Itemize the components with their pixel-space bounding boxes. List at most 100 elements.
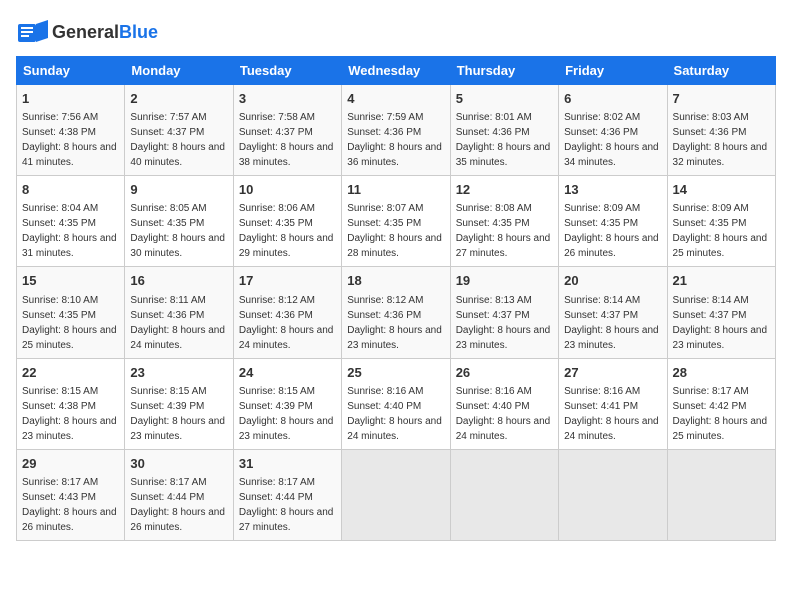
day-info: Sunrise: 8:06 AMSunset: 4:35 PMDaylight:… — [239, 203, 334, 259]
calendar-cell: 20 Sunrise: 8:14 AMSunset: 4:37 PMDayligh… — [559, 267, 667, 358]
day-number: 31 — [239, 455, 336, 473]
calendar-cell: 11Sunrise: 8:07 AMSunset: 4:35 PMDayligh… — [342, 176, 450, 267]
day-info: Sunrise: 8:09 AMSunset: 4:35 PMDaylight:… — [564, 203, 659, 259]
day-number: 17 — [239, 272, 336, 290]
calendar-cell — [450, 449, 558, 540]
calendar-cell: 22 Sunrise: 8:15 AMSunset: 4:38 PMDayligh… — [17, 358, 125, 449]
day-info: Sunrise: 8:16 AMSunset: 4:40 PMDaylight:… — [456, 386, 551, 442]
day-info: Sunrise: 8:05 AMSunset: 4:35 PMDaylight:… — [130, 203, 225, 259]
logo-general-text: General — [52, 22, 119, 42]
day-number: 16 — [130, 272, 227, 290]
day-of-week-header: Monday — [125, 57, 233, 85]
day-number: 11 — [347, 181, 444, 199]
day-of-week-header: Saturday — [667, 57, 775, 85]
day-info: Sunrise: 8:15 AMSunset: 4:38 PMDaylight:… — [22, 386, 117, 442]
logo-blue-text: Blue — [119, 22, 158, 42]
day-number: 19 — [456, 272, 553, 290]
day-number: 4 — [347, 90, 444, 108]
day-info: Sunrise: 7:58 AMSunset: 4:37 PMDaylight:… — [239, 112, 334, 168]
calendar-cell: 13Sunrise: 8:09 AMSunset: 4:35 PMDayligh… — [559, 176, 667, 267]
day-number: 20 — [564, 272, 661, 290]
day-number: 14 — [673, 181, 770, 199]
calendar-cell — [667, 449, 775, 540]
day-info: Sunrise: 8:08 AMSunset: 4:35 PMDaylight:… — [456, 203, 551, 259]
calendar-cell: 19 Sunrise: 8:13 AMSunset: 4:37 PMDayligh… — [450, 267, 558, 358]
day-number: 15 — [22, 272, 119, 290]
calendar-cell: 17 Sunrise: 8:12 AMSunset: 4:36 PMDayligh… — [233, 267, 341, 358]
day-info: Sunrise: 7:57 AMSunset: 4:37 PMDaylight:… — [130, 112, 225, 168]
day-number: 3 — [239, 90, 336, 108]
calendar-cell: 29 Sunrise: 8:17 AMSunset: 4:43 PMDayligh… — [17, 449, 125, 540]
day-info: Sunrise: 8:04 AMSunset: 4:35 PMDaylight:… — [22, 203, 117, 259]
calendar-cell: 21Sunrise: 8:14 AMSunset: 4:37 PMDayligh… — [667, 267, 775, 358]
day-info: Sunrise: 7:59 AMSunset: 4:36 PMDaylight:… — [347, 112, 442, 168]
calendar-cell: 14Sunrise: 8:09 AMSunset: 4:35 PMDayligh… — [667, 176, 775, 267]
calendar-cell: 27Sunrise: 8:16 AMSunset: 4:41 PMDayligh… — [559, 358, 667, 449]
day-info: Sunrise: 8:01 AMSunset: 4:36 PMDaylight:… — [456, 112, 551, 168]
day-info: Sunrise: 8:16 AMSunset: 4:40 PMDaylight:… — [347, 386, 442, 442]
calendar-cell: 5 Sunrise: 8:01 AMSunset: 4:36 PMDaylight… — [450, 85, 558, 176]
day-info: Sunrise: 8:11 AMSunset: 4:36 PMDaylight:… — [130, 295, 225, 351]
day-number: 30 — [130, 455, 227, 473]
day-info: Sunrise: 8:17 AMSunset: 4:44 PMDaylight:… — [130, 477, 225, 533]
day-number: 23 — [130, 364, 227, 382]
day-number: 7 — [673, 90, 770, 108]
day-number: 6 — [564, 90, 661, 108]
day-info: Sunrise: 8:14 AMSunset: 4:37 PMDaylight:… — [564, 295, 659, 351]
calendar-week-row: 15 Sunrise: 8:10 AMSunset: 4:35 PMDayligh… — [17, 267, 776, 358]
day-info: Sunrise: 7:56 AMSunset: 4:38 PMDaylight:… — [22, 112, 117, 168]
day-info: Sunrise: 8:17 AMSunset: 4:42 PMDaylight:… — [673, 386, 768, 442]
day-number: 29 — [22, 455, 119, 473]
day-info: Sunrise: 8:17 AMSunset: 4:44 PMDaylight:… — [239, 477, 334, 533]
day-number: 9 — [130, 181, 227, 199]
calendar-cell: 18Sunrise: 8:12 AMSunset: 4:36 PMDayligh… — [342, 267, 450, 358]
day-of-week-header: Tuesday — [233, 57, 341, 85]
day-info: Sunrise: 8:02 AMSunset: 4:36 PMDaylight:… — [564, 112, 659, 168]
page-container: GeneralBlue SundayMondayTuesdayWednesday… — [16, 16, 776, 541]
day-info: Sunrise: 8:15 AMSunset: 4:39 PMDaylight:… — [239, 386, 334, 442]
calendar-week-row: 8 Sunrise: 8:04 AMSunset: 4:35 PMDaylight… — [17, 176, 776, 267]
day-number: 5 — [456, 90, 553, 108]
day-number: 8 — [22, 181, 119, 199]
day-number: 22 — [22, 364, 119, 382]
calendar-cell: 26 Sunrise: 8:16 AMSunset: 4:40 PMDayligh… — [450, 358, 558, 449]
day-number: 24 — [239, 364, 336, 382]
day-number: 27 — [564, 364, 661, 382]
calendar-cell: 7 Sunrise: 8:03 AMSunset: 4:36 PMDaylight… — [667, 85, 775, 176]
calendar-cell: 12 Sunrise: 8:08 AMSunset: 4:35 PMDayligh… — [450, 176, 558, 267]
day-info: Sunrise: 8:12 AMSunset: 4:36 PMDaylight:… — [239, 295, 334, 351]
calendar-cell: 28 Sunrise: 8:17 AMSunset: 4:42 PMDayligh… — [667, 358, 775, 449]
calendar-table: SundayMondayTuesdayWednesdayThursdayFrid… — [16, 56, 776, 541]
day-of-week-header: Thursday — [450, 57, 558, 85]
calendar-cell: 24 Sunrise: 8:15 AMSunset: 4:39 PMDayligh… — [233, 358, 341, 449]
day-number: 26 — [456, 364, 553, 382]
day-info: Sunrise: 8:10 AMSunset: 4:35 PMDaylight:… — [22, 295, 117, 351]
calendar-week-row: 1Sunrise: 7:56 AMSunset: 4:38 PMDaylight… — [17, 85, 776, 176]
logo-icon — [16, 16, 48, 48]
day-number: 28 — [673, 364, 770, 382]
calendar-header-row: SundayMondayTuesdayWednesdayThursdayFrid… — [17, 57, 776, 85]
day-number: 10 — [239, 181, 336, 199]
day-info: Sunrise: 8:03 AMSunset: 4:36 PMDaylight:… — [673, 112, 768, 168]
calendar-cell: 15 Sunrise: 8:10 AMSunset: 4:35 PMDayligh… — [17, 267, 125, 358]
calendar-week-row: 29 Sunrise: 8:17 AMSunset: 4:43 PMDayligh… — [17, 449, 776, 540]
day-info: Sunrise: 8:17 AMSunset: 4:43 PMDaylight:… — [22, 477, 117, 533]
calendar-cell: 16 Sunrise: 8:11 AMSunset: 4:36 PMDayligh… — [125, 267, 233, 358]
calendar-cell: 1Sunrise: 7:56 AMSunset: 4:38 PMDaylight… — [17, 85, 125, 176]
calendar-cell: 8 Sunrise: 8:04 AMSunset: 4:35 PMDaylight… — [17, 176, 125, 267]
day-of-week-header: Sunday — [17, 57, 125, 85]
logo: GeneralBlue — [16, 16, 158, 48]
calendar-week-row: 22 Sunrise: 8:15 AMSunset: 4:38 PMDayligh… — [17, 358, 776, 449]
calendar-cell: 3 Sunrise: 7:58 AMSunset: 4:37 PMDaylight… — [233, 85, 341, 176]
calendar-cell: 10 Sunrise: 8:06 AMSunset: 4:35 PMDayligh… — [233, 176, 341, 267]
calendar-cell: 30 Sunrise: 8:17 AMSunset: 4:44 PMDayligh… — [125, 449, 233, 540]
day-of-week-header: Wednesday — [342, 57, 450, 85]
day-number: 12 — [456, 181, 553, 199]
day-of-week-header: Friday — [559, 57, 667, 85]
day-info: Sunrise: 8:13 AMSunset: 4:37 PMDaylight:… — [456, 295, 551, 351]
calendar-cell: 31 Sunrise: 8:17 AMSunset: 4:44 PMDayligh… — [233, 449, 341, 540]
day-number: 21 — [673, 272, 770, 290]
calendar-cell: 6 Sunrise: 8:02 AMSunset: 4:36 PMDaylight… — [559, 85, 667, 176]
calendar-cell: 23Sunrise: 8:15 AMSunset: 4:39 PMDayligh… — [125, 358, 233, 449]
header: GeneralBlue — [16, 16, 776, 48]
